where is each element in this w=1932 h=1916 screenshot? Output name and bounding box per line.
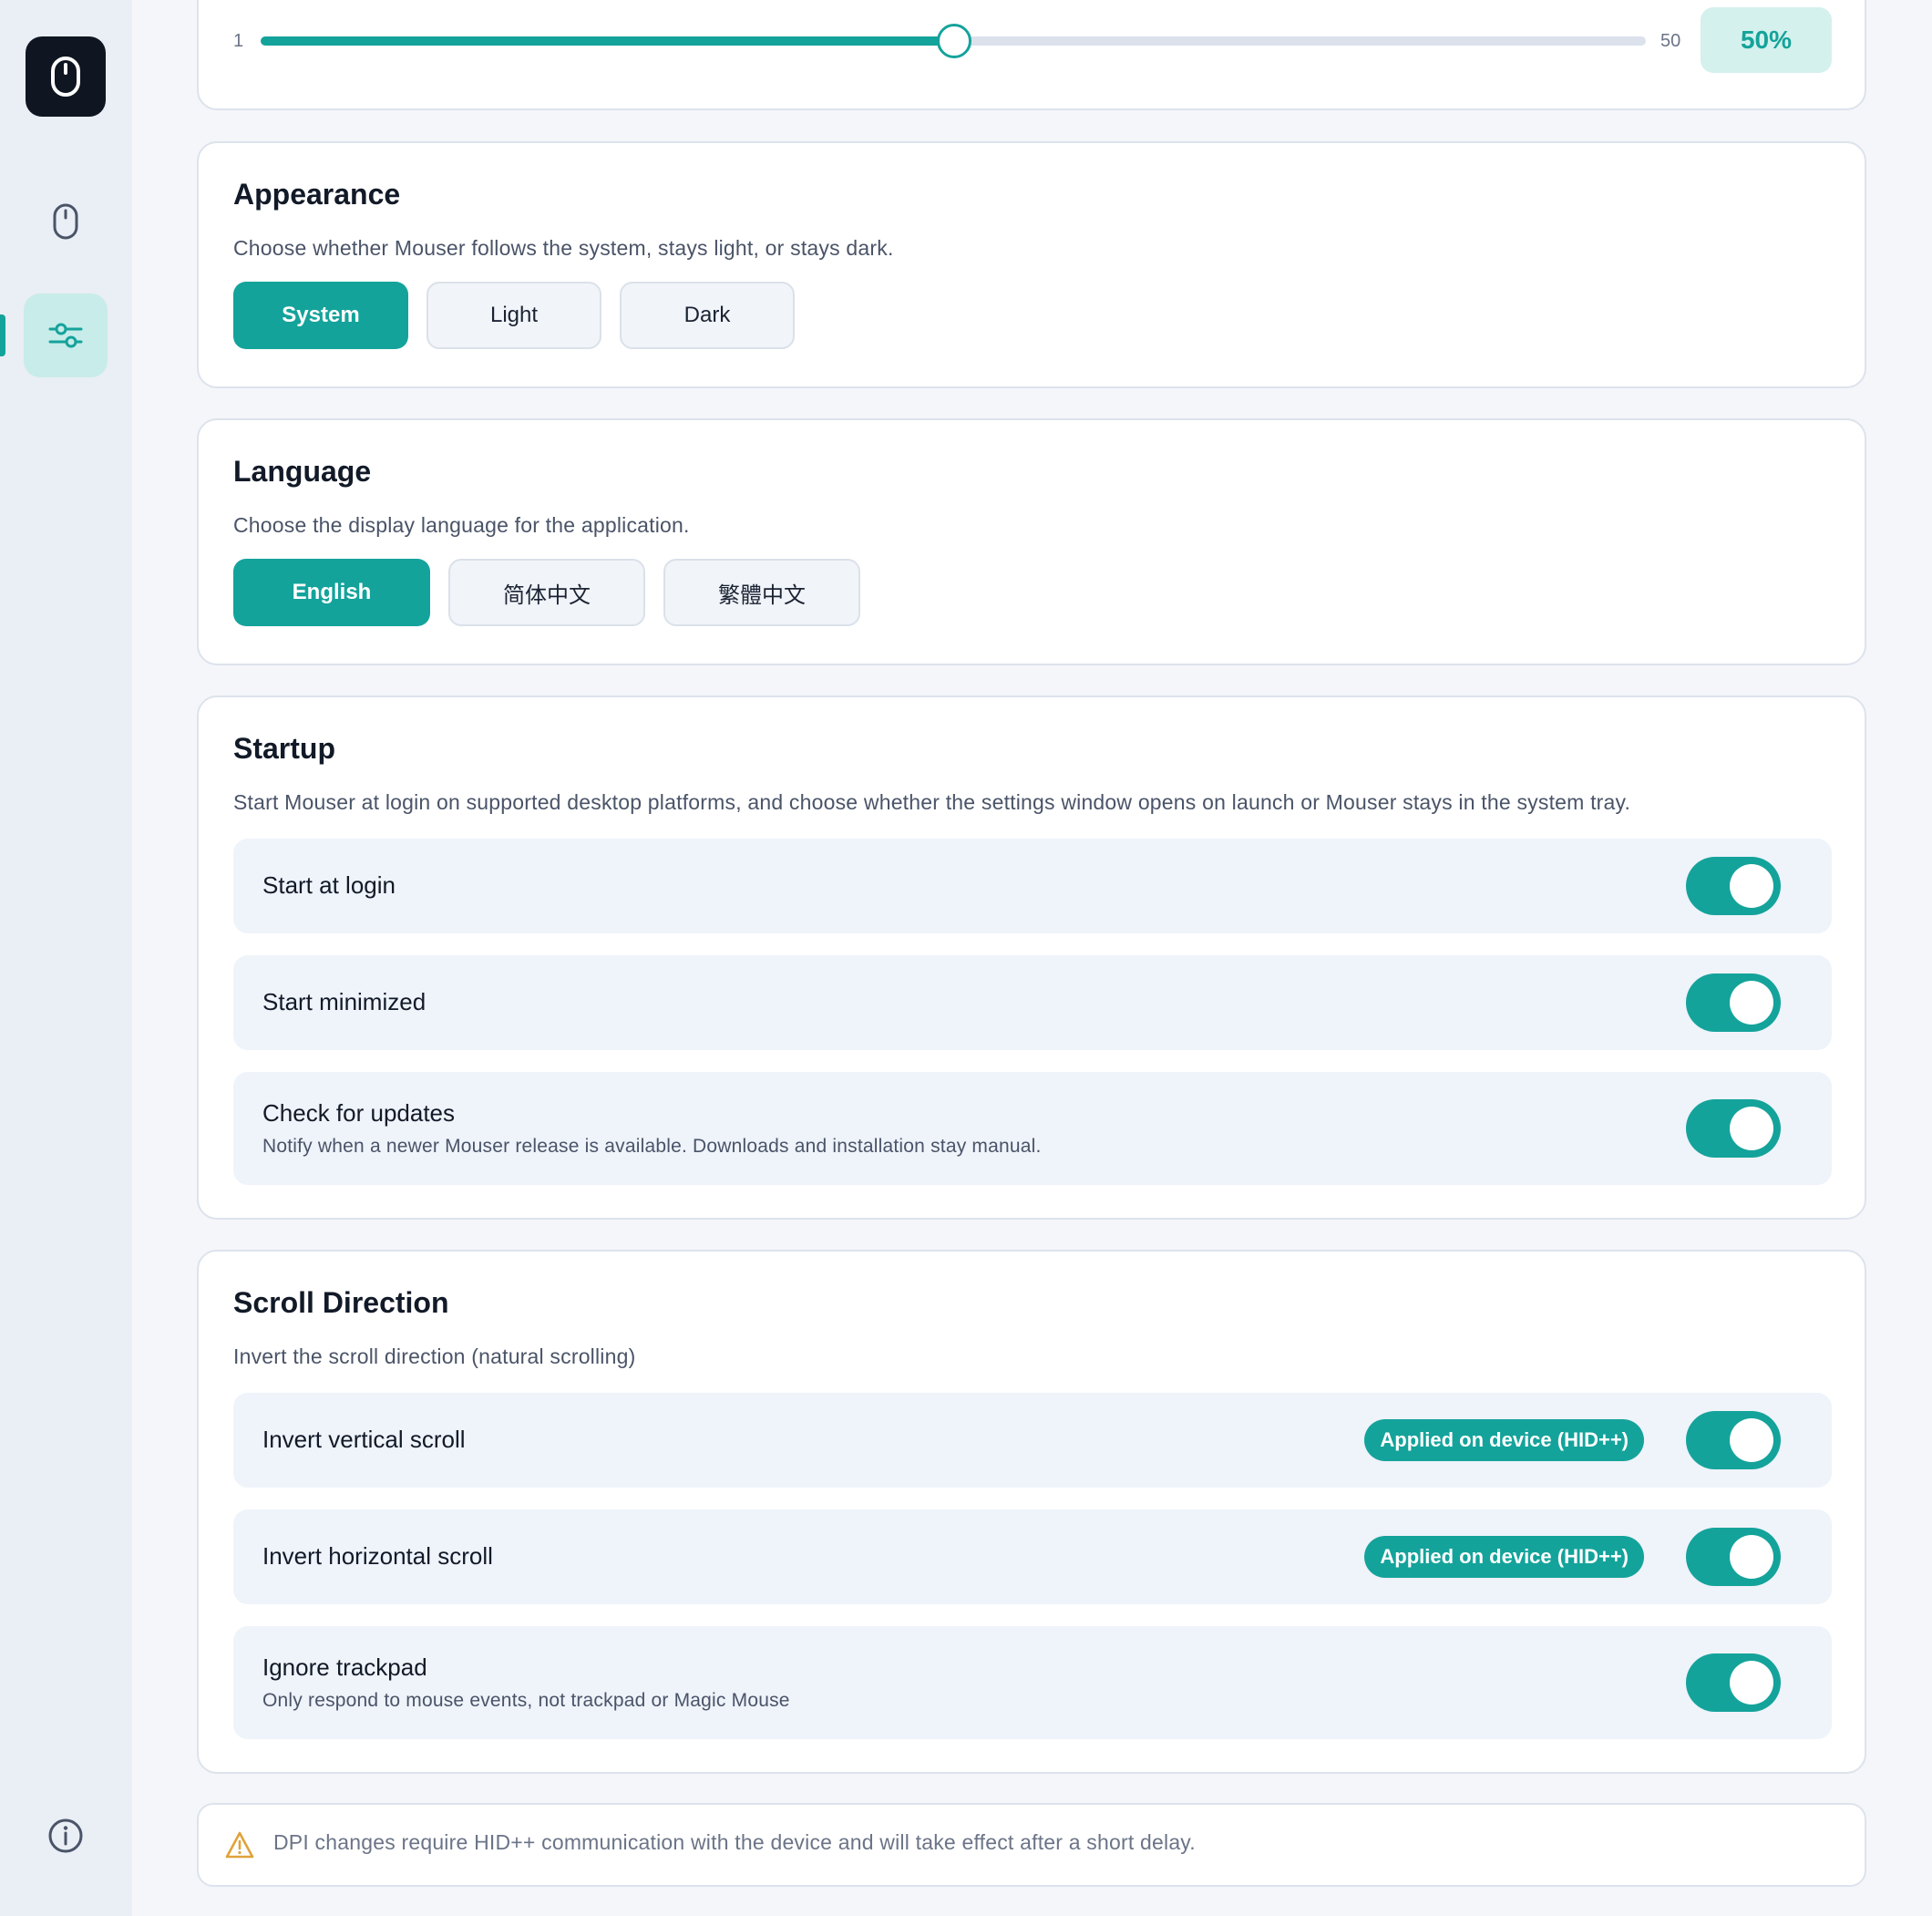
invert-horizontal-toggle[interactable] — [1686, 1528, 1781, 1586]
toggle-knob — [1730, 1661, 1773, 1705]
start-at-login-toggle[interactable] — [1686, 857, 1781, 915]
startup-card: Startup Start Mouser at login on support… — [197, 695, 1866, 1220]
start-minimized-label: Start minimized — [262, 988, 426, 1015]
toggle-knob — [1730, 1535, 1773, 1579]
language-option-simplified-chinese[interactable]: 简体中文 — [448, 559, 645, 626]
toggle-knob — [1730, 1107, 1773, 1150]
slider-thumb[interactable] — [937, 24, 971, 58]
invert-horizontal-row: Invert horizontal scroll Applied on devi… — [233, 1509, 1832, 1604]
scroll-direction-description: Invert the scroll direction (natural scr… — [233, 1344, 636, 1368]
sidebar — [0, 0, 132, 1916]
toggle-knob — [1730, 981, 1773, 1025]
scroll-direction-title: Scroll Direction — [233, 1286, 449, 1319]
ignore-trackpad-toggle[interactable] — [1686, 1653, 1781, 1712]
mouse-icon — [51, 57, 80, 97]
language-description: Choose the display language for the appl… — [233, 513, 690, 537]
appearance-option-dark[interactable]: Dark — [620, 282, 795, 349]
check-updates-subtitle: Notify when a newer Mouser release is av… — [262, 1136, 1042, 1157]
slider-fill — [261, 36, 953, 46]
scroll-direction-card: Scroll Direction Invert the scroll direc… — [197, 1250, 1866, 1774]
sidebar-item-mouse[interactable] — [24, 180, 108, 263]
scroll-speed-card: 1 50 50% — [197, 0, 1866, 110]
mouse-icon — [53, 203, 78, 240]
sidebar-item-about[interactable] — [24, 1794, 108, 1878]
app-logo — [26, 36, 106, 117]
start-minimized-toggle[interactable] — [1686, 973, 1781, 1032]
slider-value-badge: 50% — [1701, 7, 1832, 73]
invert-horizontal-label: Invert horizontal scroll — [262, 1542, 493, 1570]
appearance-description: Choose whether Mouser follows the system… — [233, 236, 894, 260]
start-at-login-row: Start at login — [233, 839, 1832, 933]
appearance-option-system[interactable]: System — [233, 282, 408, 349]
notice-text: DPI changes require HID++ communication … — [273, 1830, 1196, 1854]
ignore-trackpad-row: Ignore trackpad Only respond to mouse ev… — [233, 1626, 1832, 1739]
dpi-notice: DPI changes require HID++ communication … — [197, 1803, 1866, 1887]
invert-vertical-toggle[interactable] — [1686, 1411, 1781, 1469]
invert-vertical-row: Invert vertical scroll Applied on device… — [233, 1393, 1832, 1488]
hid-badge: Applied on device (HID++) — [1364, 1419, 1644, 1461]
startup-title: Startup — [233, 732, 335, 765]
scroll-speed-slider[interactable] — [261, 24, 1646, 58]
toggle-knob — [1730, 1418, 1773, 1462]
language-option-english[interactable]: English — [233, 559, 430, 626]
hid-badge: Applied on device (HID++) — [1364, 1536, 1644, 1578]
sidebar-item-settings[interactable] — [24, 294, 108, 377]
check-updates-label: Check for updates — [262, 1099, 456, 1127]
active-nav-indicator — [0, 314, 5, 356]
sliders-icon — [48, 323, 83, 348]
appearance-card: Appearance Choose whether Mouser follows… — [197, 141, 1866, 388]
appearance-option-light[interactable]: Light — [426, 282, 601, 349]
start-at-login-label: Start at login — [262, 871, 396, 899]
warning-icon — [225, 1831, 254, 1859]
ignore-trackpad-label: Ignore trackpad — [262, 1653, 427, 1681]
slider-min-label: 1 — [233, 31, 244, 51]
language-title: Language — [233, 455, 372, 488]
appearance-title: Appearance — [233, 178, 401, 211]
toggle-knob — [1730, 864, 1773, 908]
slider-max-label: 50 — [1660, 31, 1681, 51]
check-updates-row: Check for updates Notify when a newer Mo… — [233, 1072, 1832, 1185]
info-icon — [48, 1818, 83, 1853]
language-card: Language Choose the display language for… — [197, 418, 1866, 665]
invert-vertical-label: Invert vertical scroll — [262, 1426, 466, 1453]
start-minimized-row: Start minimized — [233, 955, 1832, 1050]
ignore-trackpad-subtitle: Only respond to mouse events, not trackp… — [262, 1690, 790, 1711]
check-updates-toggle[interactable] — [1686, 1099, 1781, 1158]
language-option-traditional-chinese[interactable]: 繁體中文 — [663, 559, 860, 626]
startup-description: Start Mouser at login on supported deskt… — [233, 790, 1631, 814]
